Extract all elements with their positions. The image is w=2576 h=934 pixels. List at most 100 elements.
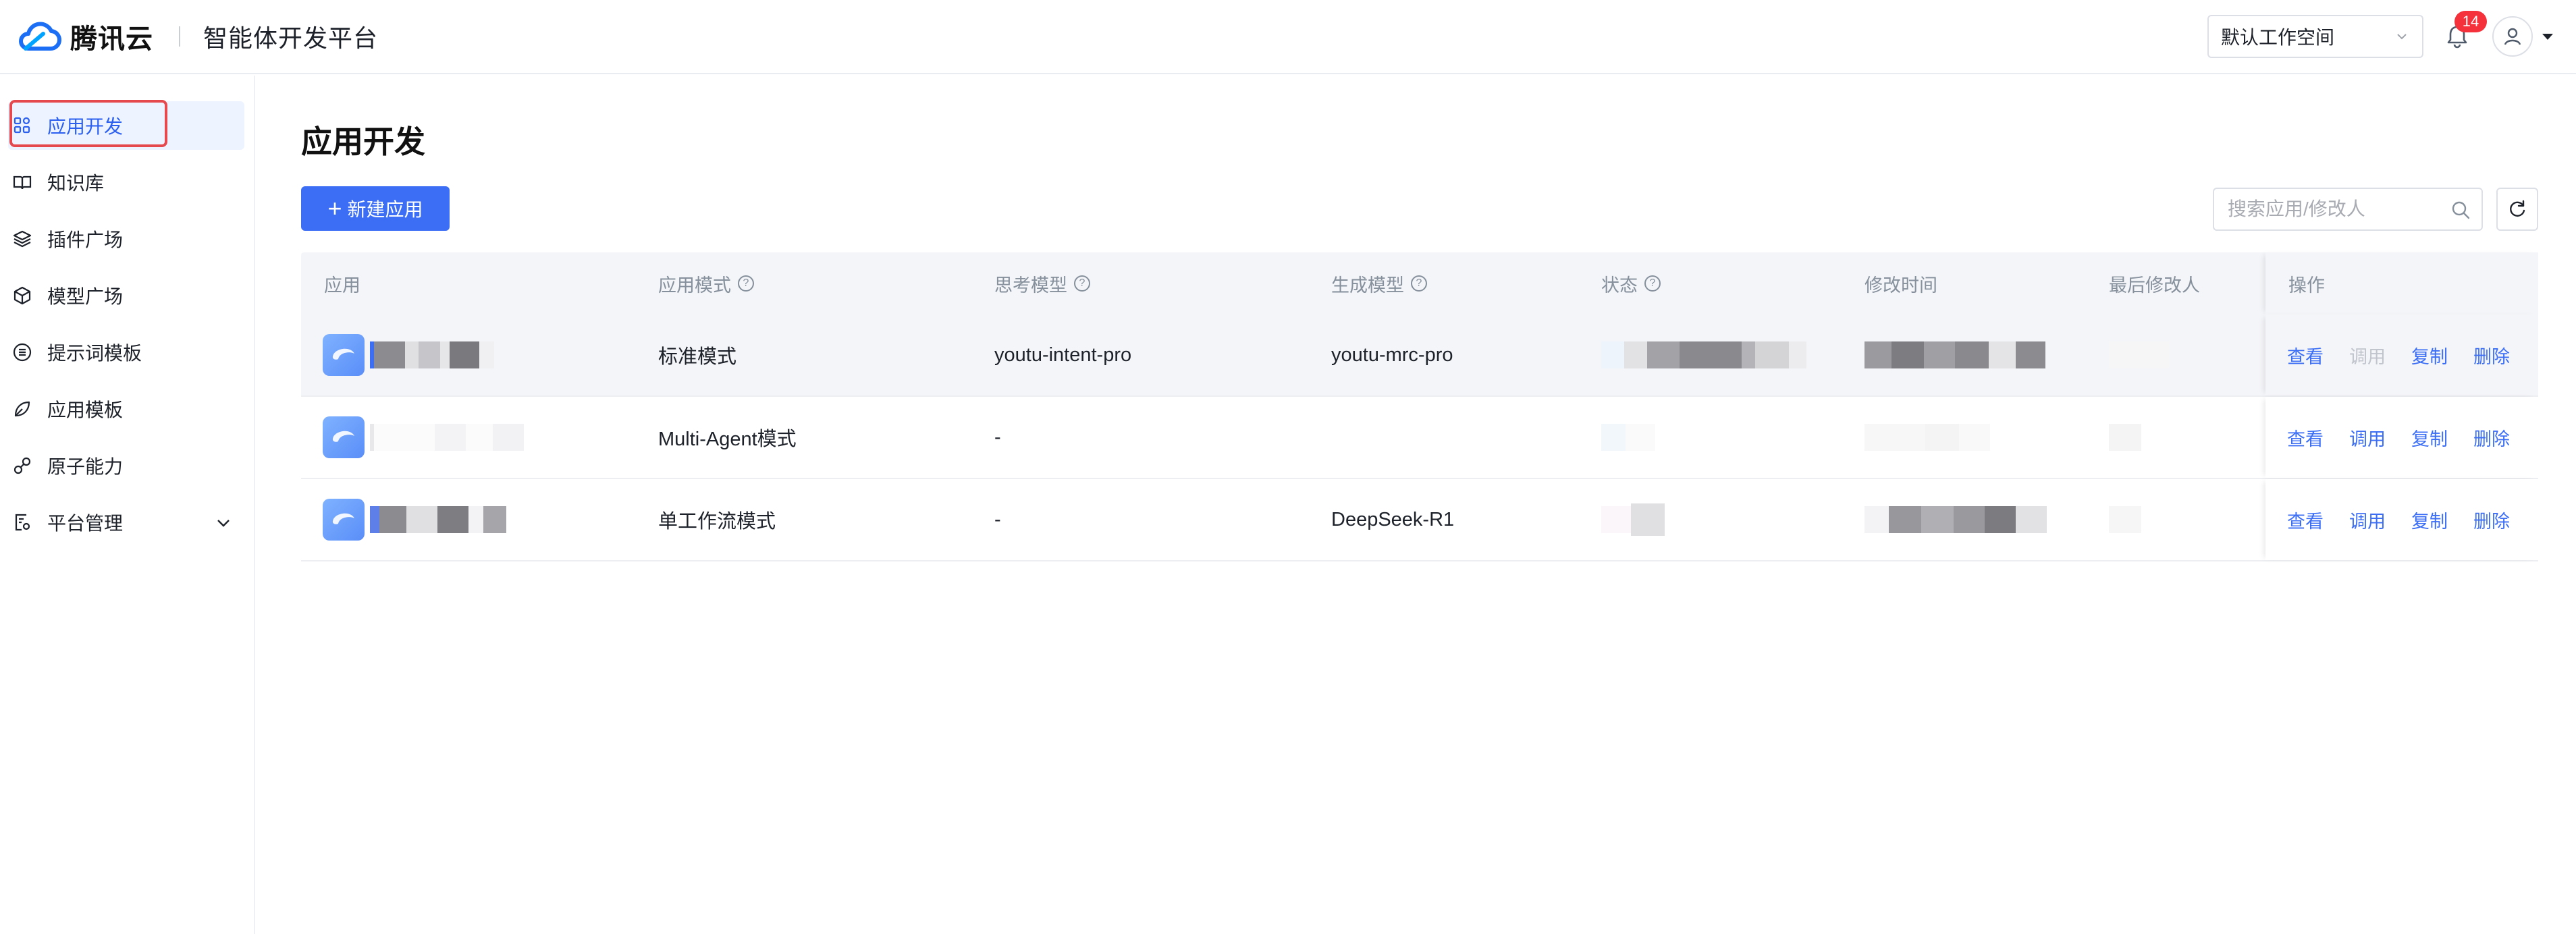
help-icon[interactable]: ? xyxy=(1644,275,1661,292)
caret-down-icon[interactable] xyxy=(2540,30,2556,43)
sidebar-item-prompt-templates[interactable]: 提示词模板 xyxy=(8,328,244,377)
copy-link[interactable]: 复制 xyxy=(2411,424,2473,451)
col-header-gen-model: 生成模型? xyxy=(1331,252,1427,314)
redacted-status xyxy=(1601,424,1655,451)
redacted-time xyxy=(1864,424,1990,451)
sidebar-item-platform-mgmt[interactable]: 平台管理 xyxy=(8,498,244,547)
sidebar-item-label: 插件广场 xyxy=(47,229,124,250)
redacted-time xyxy=(1864,341,2045,368)
call-link[interactable]: 调用 xyxy=(2349,424,2411,451)
help-icon[interactable]: ? xyxy=(738,275,754,292)
sidebar-item-label: 平台管理 xyxy=(47,513,124,534)
view-link[interactable]: 查看 xyxy=(2287,342,2349,368)
call-link[interactable]: 调用 xyxy=(2349,507,2411,533)
sidebar-item-label: 应用开发 xyxy=(47,116,124,137)
avatar[interactable] xyxy=(2492,16,2533,57)
help-icon[interactable]: ? xyxy=(1411,275,1427,292)
modified-time-cell xyxy=(1864,479,2047,560)
redacted-editor xyxy=(2109,424,2141,451)
plus-icon: + xyxy=(327,194,342,222)
status-cell xyxy=(1601,397,1655,478)
apps-table: 应用 应用模式? 思考模型? 生成模型? 状态? 修改时间 最后修改人 操作 标… xyxy=(301,252,2538,561)
status-cell xyxy=(1601,479,1665,560)
search-icon[interactable] xyxy=(2450,200,2471,220)
cloud-logo-icon xyxy=(19,22,61,51)
redacted-app-name xyxy=(370,341,494,368)
search-box[interactable] xyxy=(2213,188,2483,231)
platform-name: 智能体开发平台 xyxy=(203,24,379,52)
app-icon xyxy=(323,334,365,376)
sidebar-item-app-dev[interactable]: 应用开发 xyxy=(8,100,244,150)
layers-icon xyxy=(11,227,34,250)
redacted-app-name xyxy=(370,506,506,533)
redacted-status xyxy=(1601,503,1665,536)
col-header-actions: 操作 xyxy=(2288,275,2325,296)
sidebar-item-plugins[interactable]: 插件广场 xyxy=(8,215,244,263)
new-app-button[interactable]: + 新建应用 xyxy=(301,186,450,231)
last-editor-cell xyxy=(2109,397,2141,478)
help-icon[interactable]: ? xyxy=(1074,275,1090,292)
top-bar: 腾讯云 智能体开发平台 默认工作空间 14 xyxy=(0,0,2576,74)
sidebar-item-label: 应用模板 xyxy=(47,400,124,420)
redacted-editor xyxy=(2109,341,2170,368)
search-input[interactable] xyxy=(2228,198,2444,220)
brand-name: 腾讯云 xyxy=(70,24,153,54)
list-circle-icon xyxy=(11,341,34,364)
redacted-editor xyxy=(2109,506,2141,533)
sidebar: 应用开发 知识库 插件广场 模型广场 提示词模板 应用模板 原子能力 平台管理 xyxy=(0,76,255,934)
delete-link[interactable]: 删除 xyxy=(2473,424,2535,451)
modified-time-cell xyxy=(1864,397,1990,478)
chevron-down-icon xyxy=(2397,34,2407,40)
think-model-cell: - xyxy=(994,508,1001,530)
gen-model-cell: youtu-mrc-pro xyxy=(1331,344,1453,366)
table-header: 应用 应用模式? 思考模型? 生成模型? 状态? 修改时间 最后修改人 操作 xyxy=(301,252,2538,314)
sidebar-item-label: 模型广场 xyxy=(47,286,124,307)
modified-time-cell xyxy=(1864,314,2045,395)
copy-link[interactable]: 复制 xyxy=(2411,507,2473,533)
app-cell[interactable] xyxy=(323,314,494,395)
grid-icon xyxy=(11,114,34,137)
table-row[interactable]: 单工作流模式 - DeepSeek-R1 查看 调用 复制 删除 xyxy=(301,479,2538,561)
delete-link[interactable]: 删除 xyxy=(2473,507,2535,533)
delete-link[interactable]: 删除 xyxy=(2473,342,2535,368)
mode-cell: 单工作流模式 xyxy=(658,511,776,532)
table-row[interactable]: 标准模式 youtu-intent-pro youtu-mrc-pro 查看 调… xyxy=(301,314,2538,397)
sidebar-item-label: 原子能力 xyxy=(47,456,124,477)
sidebar-item-knowledge-base[interactable]: 知识库 xyxy=(8,158,244,207)
chevron-down-icon[interactable] xyxy=(215,514,232,532)
app-icon xyxy=(323,416,365,458)
view-link[interactable]: 查看 xyxy=(2287,424,2349,451)
refresh-button[interactable] xyxy=(2496,188,2538,231)
actions-cell: 查看 调用 复制 删除 xyxy=(2265,397,2538,478)
page-title: 应用开发 xyxy=(301,124,425,159)
col-header-think-model: 思考模型? xyxy=(994,252,1090,314)
table-row[interactable]: Multi-Agent模式 - 查看 调用 复制 删除 xyxy=(301,397,2538,479)
workspace-select[interactable]: 默认工作空间 xyxy=(2207,15,2423,58)
refresh-icon xyxy=(2510,200,2525,217)
sidebar-item-label: 提示词模板 xyxy=(47,343,142,364)
app-cell[interactable] xyxy=(323,479,506,560)
sidebar-item-label: 知识库 xyxy=(47,173,105,194)
mode-cell: Multi-Agent模式 xyxy=(658,429,797,450)
brand[interactable]: 腾讯云 智能体开发平台 xyxy=(16,0,378,74)
sidebar-item-models[interactable]: 模型广场 xyxy=(8,271,244,320)
book-icon xyxy=(11,171,34,194)
redacted-time xyxy=(1864,506,2047,533)
col-header-actions-wrap: 操作 xyxy=(2265,252,2538,314)
sidebar-item-atomic-abilities[interactable]: 原子能力 xyxy=(8,441,244,490)
brand-separator xyxy=(179,26,180,47)
col-header-modified-time: 修改时间 xyxy=(1864,275,1937,296)
last-editor-cell xyxy=(2109,314,2170,395)
leaf-icon xyxy=(11,397,34,420)
sidebar-item-app-templates[interactable]: 应用模板 xyxy=(8,385,244,433)
col-header-app: 应用 xyxy=(324,275,360,296)
app-cell[interactable] xyxy=(323,397,524,478)
status-cell xyxy=(1601,314,1806,395)
workspace-label: 默认工作空间 xyxy=(2221,27,2335,48)
view-link[interactable]: 查看 xyxy=(2287,507,2349,533)
col-header-mode: 应用模式? xyxy=(658,252,754,314)
actions-cell: 查看 调用 复制 删除 xyxy=(2265,314,2538,395)
new-app-label: 新建应用 xyxy=(347,199,423,220)
copy-link[interactable]: 复制 xyxy=(2411,342,2473,368)
user-icon xyxy=(2504,28,2521,45)
